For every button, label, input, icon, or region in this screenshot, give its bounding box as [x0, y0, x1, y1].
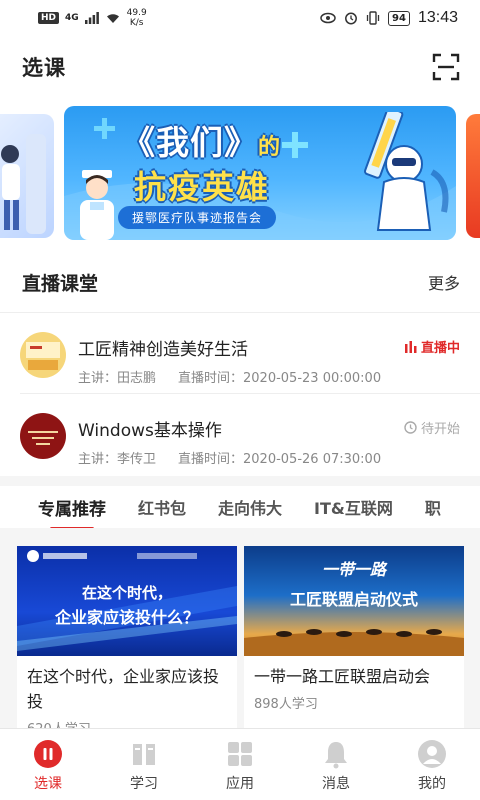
- section-spacer: [0, 528, 480, 538]
- alarm-icon: [345, 12, 357, 25]
- nav-courses[interactable]: 选课: [0, 729, 96, 800]
- course-list: 在这个时代， 企业家应该投什么？ 在这个时代，企业家应该投 投 620人学习 一…: [0, 538, 480, 728]
- nav-profile[interactable]: 我的: [384, 729, 480, 800]
- nav-apps[interactable]: 应用: [192, 729, 288, 800]
- section-spacer: [0, 476, 480, 486]
- grid-icon: [225, 739, 255, 769]
- bottom-nav: 选课 学习 应用 消息 我的: [0, 728, 480, 800]
- course-card[interactable]: 一带一路 工匠联盟启动仪式 一带一路工匠联盟启动会 898人学习: [244, 546, 464, 728]
- tab-career[interactable]: 职: [425, 495, 441, 519]
- banner-subtitle: 援鄂医疗队事迹报告会: [118, 206, 277, 229]
- doctor-illustration: [364, 112, 449, 231]
- course-title: 一带一路工匠联盟启动会: [254, 667, 431, 686]
- scan-button[interactable]: [432, 53, 460, 81]
- clock: 13:43: [417, 9, 458, 26]
- tab-it-internet[interactable]: IT&互联网: [314, 495, 393, 519]
- tab-red-bag[interactable]: 红书包: [138, 495, 186, 519]
- play-icon: [33, 739, 63, 769]
- course-cover: 在这个时代， 企业家应该投什么？: [17, 546, 237, 656]
- hd-indicator: HD: [38, 12, 60, 24]
- app-header: 选课: [0, 36, 480, 98]
- banner-next-slide[interactable]: [466, 114, 480, 238]
- live-section-title: 直播课堂: [22, 272, 99, 295]
- category-tabs: 专属推荐 红书包 走向伟大 IT&互联网 职: [0, 486, 480, 528]
- learner-count: 620人学习: [17, 714, 237, 728]
- live-bars-icon: [404, 340, 417, 353]
- course-title-overflow: 投: [27, 692, 44, 711]
- tab-exclusive[interactable]: 专属推荐: [38, 495, 106, 528]
- nav-messages[interactable]: 消息: [288, 729, 384, 800]
- battery-level: 94: [388, 10, 410, 26]
- user-icon: [417, 739, 447, 769]
- live-time: 直播时间：2020-05-23 00:00:00: [178, 371, 382, 386]
- course-cover: 一带一路 工匠联盟启动仪式: [244, 546, 464, 656]
- live-title: Windows基本操作: [78, 421, 222, 441]
- course-card[interactable]: 在这个时代， 企业家应该投什么？ 在这个时代，企业家应该投 投 620人学习: [17, 546, 237, 728]
- nav-label: 学习: [130, 776, 158, 792]
- signal-icon: [84, 12, 99, 24]
- vibrate-icon: [366, 11, 380, 25]
- wifi-icon: [106, 14, 119, 23]
- live-meta: 主讲：李传卫 直播时间：2020-05-26 07:30:00: [78, 448, 381, 467]
- live-item[interactable]: 工匠精神创造美好生活 主讲：田志鹏 直播时间：2020-05-23 00:00:0…: [0, 315, 480, 393]
- course-title: 在这个时代，企业家应该投: [27, 667, 220, 686]
- book-icon: [129, 739, 159, 769]
- live-title: 工匠精神创造美好生活: [78, 340, 248, 360]
- nav-label: 选课: [34, 776, 62, 792]
- cover-caption: 工匠联盟启动仪式: [289, 590, 418, 609]
- nav-label: 我的: [418, 776, 446, 792]
- live-meta: 主讲：田志鹏 直播时间：2020-05-23 00:00:00: [78, 367, 381, 386]
- page-title: 选课: [22, 56, 66, 80]
- banner-main-slide[interactable]: 《我们》的 抗疫英雄 援鄂医疗队事迹报告会: [64, 106, 456, 240]
- nurse-illustration: [80, 170, 114, 240]
- live-thumbnail: [20, 413, 66, 459]
- scan-icon: [432, 53, 460, 81]
- network-speed: 49.9 K/s: [126, 8, 147, 28]
- eye-icon: [320, 12, 336, 24]
- nav-study[interactable]: 学习: [96, 729, 192, 800]
- live-thumbnail: [20, 332, 66, 378]
- banner-prev-slide[interactable]: [0, 114, 54, 238]
- banner-title: 《我们》的: [122, 123, 282, 162]
- cover-caption: 企业家应该投什么？: [54, 608, 199, 627]
- divider: [20, 393, 480, 394]
- status-bar: HD 4G 49.9 K/s 94 13:43: [0, 0, 480, 36]
- tab-towards-greatness[interactable]: 走向伟大: [218, 495, 282, 519]
- status-badge: 直播中: [404, 337, 460, 356]
- clock-icon: [404, 421, 417, 434]
- more-link[interactable]: 更多: [428, 270, 460, 294]
- divider: [0, 312, 480, 313]
- banner-carousel[interactable]: 《我们》的 抗疫英雄 援鄂医疗队事迹报告会: [0, 106, 480, 240]
- nav-label: 消息: [322, 776, 350, 792]
- cover-caption: 一带一路: [321, 560, 386, 579]
- cover-caption: 在这个时代，: [81, 584, 172, 602]
- nav-label: 应用: [226, 776, 254, 792]
- status-badge: 待开始: [404, 418, 460, 437]
- network-indicator: 4G: [65, 13, 79, 23]
- bell-icon: [321, 739, 351, 769]
- learner-count: 898人学习: [254, 697, 318, 712]
- live-lecturer: 主讲：李传卫: [78, 452, 157, 467]
- live-section-header: 直播课堂 更多: [0, 262, 480, 302]
- live-item[interactable]: Windows基本操作 主讲：李传卫 直播时间：2020-05-26 07:30:…: [0, 396, 480, 474]
- live-time: 直播时间：2020-05-26 07:30:00: [178, 452, 382, 467]
- banner-title-2: 抗疫英雄: [134, 168, 271, 206]
- live-lecturer: 主讲：田志鹏: [78, 371, 157, 386]
